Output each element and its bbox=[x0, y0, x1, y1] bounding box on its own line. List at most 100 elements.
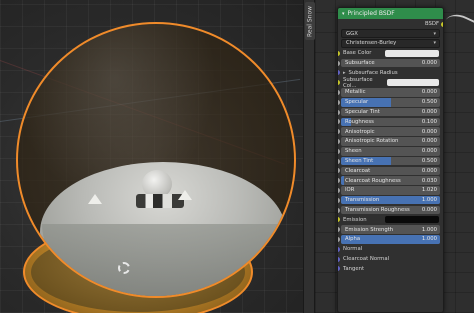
input-row: Anisotropic Rotation 0.000 bbox=[338, 137, 443, 147]
input-socket[interactable] bbox=[338, 178, 340, 184]
slider-label: Sheen bbox=[345, 148, 362, 155]
principled-bsdf-node[interactable]: ▾ Principled BSDF BSDF GGX ▾ Christensen… bbox=[337, 7, 444, 313]
input-row: Clearcoat 0.000 bbox=[338, 166, 443, 176]
slider-value: 0.500 bbox=[421, 158, 437, 165]
value-slider[interactable]: Anisotropic 0.000 bbox=[341, 127, 440, 136]
slider-label: Anisotropic bbox=[345, 128, 375, 135]
input-socket[interactable] bbox=[338, 237, 340, 243]
bsdf-output-socket[interactable] bbox=[441, 21, 443, 27]
input-label: Base Color bbox=[343, 50, 372, 57]
input-row: Transmission Roughness 0.000 bbox=[338, 205, 443, 215]
slider-fill bbox=[341, 176, 344, 185]
input-row: Metallic 0.000 bbox=[338, 88, 443, 98]
slider-value: 0.000 bbox=[421, 128, 437, 135]
expand-chevron-icon[interactable]: ▸ bbox=[343, 70, 346, 76]
value-slider[interactable]: Sheen Tint 0.500 bbox=[341, 156, 440, 166]
vector-input[interactable]: ▸ Subsurface Radius bbox=[338, 70, 442, 76]
input-row: Emission Strength 1.000 bbox=[338, 225, 443, 235]
value-slider[interactable]: Metallic 0.000 bbox=[341, 88, 440, 97]
slider-label: Clearcoat Roughness bbox=[345, 177, 401, 184]
slider-label: Clearcoat bbox=[345, 167, 371, 174]
input-socket[interactable] bbox=[338, 139, 340, 145]
value-slider[interactable]: Subsurface 0.000 bbox=[341, 58, 440, 68]
input-row: Base Color bbox=[338, 48, 443, 58]
socket-input: Clearcoat Normal bbox=[338, 256, 442, 262]
input-row: Sheen Tint 0.500 bbox=[338, 156, 443, 166]
input-socket[interactable] bbox=[338, 148, 340, 154]
input-socket[interactable] bbox=[338, 90, 340, 96]
input-socket[interactable] bbox=[338, 188, 340, 194]
value-slider[interactable]: Transmission Roughness 0.000 bbox=[341, 205, 440, 215]
input-row: Roughness 0.100 bbox=[338, 117, 443, 127]
input-socket[interactable] bbox=[338, 158, 340, 164]
input-label: Normal bbox=[343, 246, 363, 253]
slider-value: 1.000 bbox=[421, 197, 437, 204]
input-row: IOR 1.020 bbox=[338, 186, 443, 196]
input-socket[interactable] bbox=[338, 129, 340, 135]
input-label: Subsurface Radius bbox=[348, 69, 398, 76]
slider-value: 0.000 bbox=[421, 167, 437, 174]
3d-viewport[interactable] bbox=[0, 0, 303, 313]
glass-globe-object[interactable] bbox=[16, 22, 296, 298]
3d-cursor-icon[interactable] bbox=[118, 262, 130, 274]
input-row: Sheen 0.000 bbox=[338, 146, 443, 156]
color-input: Emission bbox=[338, 216, 442, 224]
color-swatch[interactable] bbox=[386, 79, 439, 87]
input-socket[interactable] bbox=[338, 119, 340, 125]
slider-value: 0.000 bbox=[421, 138, 437, 145]
input-row: Normal bbox=[338, 244, 443, 254]
input-row: Subsurface 0.000 bbox=[338, 58, 443, 68]
snow-house bbox=[136, 194, 184, 208]
slider-value: 0.030 bbox=[421, 177, 437, 184]
value-slider[interactable]: Alpha 1.000 bbox=[341, 235, 440, 244]
value-slider[interactable]: Emission Strength 1.000 bbox=[341, 225, 440, 234]
input-label: Clearcoat Normal bbox=[343, 256, 390, 263]
distribution-row: GGX ▾ bbox=[338, 29, 443, 39]
output-row: BSDF bbox=[338, 19, 443, 29]
color-swatch[interactable] bbox=[385, 216, 439, 224]
slider-label: Specular Tint bbox=[345, 109, 380, 116]
input-socket[interactable] bbox=[338, 109, 340, 115]
input-row: Emission bbox=[338, 215, 443, 225]
input-label: Emission bbox=[343, 216, 367, 223]
subsurface-method-dropdown[interactable]: Christensen-Burley ▾ bbox=[341, 39, 440, 48]
input-socket[interactable] bbox=[338, 197, 340, 203]
slider-value: 1.020 bbox=[421, 187, 437, 194]
value-slider[interactable]: Clearcoat 0.000 bbox=[341, 166, 440, 176]
value-slider[interactable]: Clearcoat Roughness 0.030 bbox=[341, 176, 440, 185]
slider-value: 0.000 bbox=[421, 148, 437, 155]
socket-input: Normal bbox=[338, 246, 442, 252]
slider-value: 0.000 bbox=[421, 89, 437, 96]
input-row: Transmission 1.000 bbox=[338, 195, 443, 205]
value-slider[interactable]: Specular 0.500 bbox=[341, 98, 440, 107]
value-slider[interactable]: Anisotropic Rotation 0.000 bbox=[341, 137, 440, 146]
value-slider[interactable]: Transmission 1.000 bbox=[341, 195, 440, 205]
input-socket[interactable] bbox=[338, 227, 340, 233]
value-slider[interactable]: Roughness 0.100 bbox=[341, 117, 440, 127]
collapse-chevron-icon[interactable]: ▾ bbox=[342, 11, 345, 17]
value-slider[interactable]: Specular Tint 0.000 bbox=[341, 107, 440, 117]
slider-value: 1.000 bbox=[421, 236, 437, 243]
input-socket[interactable] bbox=[338, 256, 340, 262]
distribution-dropdown[interactable]: GGX ▾ bbox=[341, 29, 440, 38]
input-row: Alpha 1.000 bbox=[338, 235, 443, 245]
input-row: Clearcoat Normal bbox=[338, 254, 443, 264]
subsurface-method-value: Christensen-Burley bbox=[346, 40, 397, 47]
slider-value: 0.000 bbox=[421, 60, 437, 67]
node-header[interactable]: ▾ Principled BSDF bbox=[338, 8, 443, 19]
slider-label: Specular bbox=[345, 99, 369, 106]
color-input: Base Color bbox=[338, 49, 442, 57]
slider-value: 1.000 bbox=[421, 226, 437, 233]
slider-label: IOR bbox=[345, 187, 355, 194]
input-row: Anisotropic 0.000 bbox=[338, 127, 443, 137]
value-slider[interactable]: Sheen 0.000 bbox=[341, 147, 440, 156]
color-swatch[interactable] bbox=[385, 49, 439, 57]
value-slider[interactable]: IOR 1.020 bbox=[341, 186, 440, 195]
input-socket[interactable] bbox=[338, 60, 340, 66]
slider-value: 0.000 bbox=[421, 207, 437, 214]
input-socket[interactable] bbox=[338, 168, 340, 174]
input-socket[interactable] bbox=[338, 207, 340, 213]
input-socket[interactable] bbox=[338, 99, 340, 105]
tab-real-snow[interactable]: Real Snow bbox=[305, 2, 315, 40]
subsurface-method-row: Christensen-Burley ▾ bbox=[338, 39, 443, 49]
